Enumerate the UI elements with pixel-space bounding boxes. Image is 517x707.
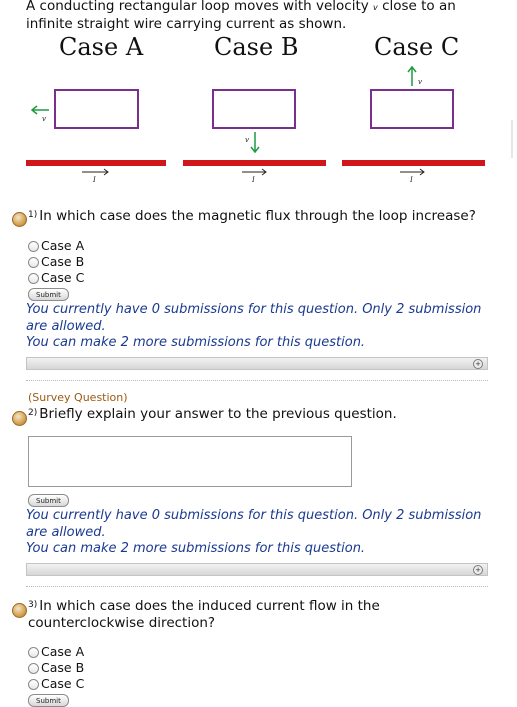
q3-option-b[interactable]: Case B xyxy=(28,660,84,676)
case-c-label: Case C xyxy=(374,33,460,61)
velocity-symbol: v xyxy=(373,3,378,12)
q1-option-a[interactable]: Case A xyxy=(28,238,84,254)
case-b-label: Case B xyxy=(214,33,299,61)
question-3-status-icon xyxy=(12,603,27,618)
question-1-text: 1) In which case does the magnetic flux t… xyxy=(28,208,476,225)
q2-feedback-line-2: You can make 2 more submissions for this… xyxy=(26,541,366,556)
case-a-loop xyxy=(54,89,139,129)
physics-figure: v I v I v I xyxy=(26,65,485,184)
divider xyxy=(26,380,488,382)
case-c-current-label: I xyxy=(409,176,413,184)
case-a-wire xyxy=(26,160,166,166)
case-c-velocity-label: v xyxy=(418,78,422,86)
question-1-prompt: In which case does the magnetic flux thr… xyxy=(39,208,476,224)
q1-option-c-radio[interactable] xyxy=(28,272,39,284)
case-c-velocity-arrow xyxy=(407,65,417,86)
divider xyxy=(26,586,488,588)
q3-option-a-radio[interactable] xyxy=(28,646,39,658)
case-a-velocity-arrow xyxy=(30,105,49,115)
q1-feedback: You currently have 0 submissions for thi… xyxy=(26,302,496,352)
case-a-velocity-label: v xyxy=(42,115,46,123)
scrollbar[interactable] xyxy=(511,120,513,158)
q2-expand-bar[interactable]: + xyxy=(26,563,488,576)
question-3-prompt: In which case does the induced current f… xyxy=(28,598,380,631)
intro-text-before: A conducting rectangular loop moves with… xyxy=(26,0,369,14)
q3-option-b-label: Case B xyxy=(41,660,85,675)
question-1-status-icon xyxy=(12,212,27,227)
case-c-loop xyxy=(370,89,454,129)
question-2-prompt: Briefly explain your answer to the previ… xyxy=(39,406,397,422)
q2-expand-icon[interactable]: + xyxy=(473,565,483,575)
question-1-number: 1) xyxy=(28,210,38,220)
q3-option-a-label: Case A xyxy=(41,644,85,659)
case-a-label: Case A xyxy=(59,33,144,61)
q1-option-c-label: Case C xyxy=(41,270,85,285)
q1-submit-button[interactable]: Submit xyxy=(28,288,69,301)
question-3-number: 3) xyxy=(28,600,38,610)
q3-option-c-radio[interactable] xyxy=(28,678,39,690)
q2-submit-button[interactable]: Submit xyxy=(28,494,69,507)
q3-submit-button[interactable]: Submit xyxy=(28,694,69,707)
case-b-current-label: I xyxy=(251,176,255,184)
q1-feedback-line-1: You currently have 0 submissions for thi… xyxy=(26,302,482,334)
q2-feedback: You currently have 0 submissions for thi… xyxy=(26,508,496,558)
q1-option-a-label: Case A xyxy=(41,238,85,253)
q1-expand-bar[interactable]: + xyxy=(26,357,488,370)
case-b-current-arrow xyxy=(242,168,267,176)
case-c-wire xyxy=(342,160,485,166)
q2-survey-tag: (Survey Question) xyxy=(28,391,128,404)
q1-option-b[interactable]: Case B xyxy=(28,254,84,270)
case-a-current-label: I xyxy=(92,176,96,184)
q2-answer-textarea[interactable] xyxy=(28,436,352,487)
q1-expand-icon[interactable]: + xyxy=(473,359,483,369)
q3-option-a[interactable]: Case A xyxy=(28,644,84,660)
q2-feedback-line-1: You currently have 0 submissions for thi… xyxy=(26,508,482,540)
q1-option-c[interactable]: Case C xyxy=(28,270,84,286)
question-2-number: 2) xyxy=(28,408,38,418)
q1-option-b-radio[interactable] xyxy=(28,256,39,268)
q3-option-c[interactable]: Case C xyxy=(28,676,84,692)
q3-option-c-label: Case C xyxy=(41,676,85,691)
question-2-text: 2) Briefly explain your answer to the pre… xyxy=(28,406,397,423)
case-a-current-arrow xyxy=(82,168,109,176)
case-b-wire xyxy=(183,160,326,166)
question-3-text: 3) In which case does the induced current… xyxy=(28,598,468,632)
question-2-status-icon xyxy=(12,411,27,426)
problem-intro: A conducting rectangular loop moves with… xyxy=(26,0,496,33)
q1-option-a-radio[interactable] xyxy=(28,240,39,252)
q3-option-b-radio[interactable] xyxy=(28,662,39,674)
case-c-current-arrow xyxy=(400,168,425,176)
q1-option-b-label: Case B xyxy=(41,254,85,269)
case-b-loop xyxy=(212,89,296,129)
case-b-velocity-label: v xyxy=(245,136,249,144)
case-b-velocity-arrow xyxy=(250,132,260,154)
q1-feedback-line-2: You can make 2 more submissions for this… xyxy=(26,335,366,350)
